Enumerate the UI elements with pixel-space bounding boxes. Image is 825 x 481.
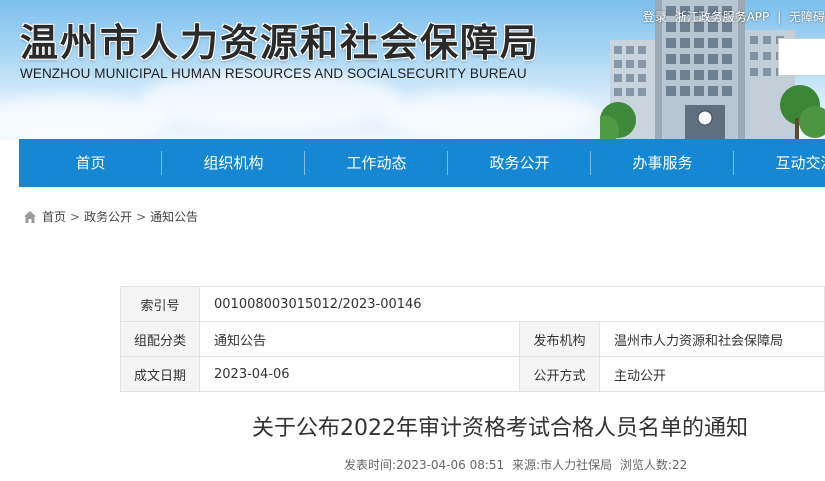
table-row: 成文日期 2023-04-06 公开方式 主动公开 — [120, 356, 825, 392]
views-count: 22 — [671, 458, 688, 472]
zjzwfw-app-link[interactable]: 浙江政务服务APP — [675, 10, 770, 24]
category-value: 通知公告 — [199, 321, 520, 357]
breadcrumb-government-affairs[interactable]: 政务公开 — [84, 208, 132, 225]
index-number-label: 索引号 — [120, 286, 200, 322]
document-metadata-table: 索引号 001008003015012/2023-00146 组配分类 通知公告… — [120, 286, 825, 392]
breadcrumb-separator: > — [136, 209, 147, 224]
home-icon — [23, 210, 37, 224]
nav-item-home[interactable]: 首页 — [19, 139, 162, 187]
top-links: 登录 | 浙江政务服务APP | 无障碍 — [639, 8, 825, 25]
site-subtitle: WENZHOU MUNICIPAL HUMAN RESOURCES AND SO… — [20, 66, 527, 81]
date-value: 2023-04-06 — [199, 356, 520, 392]
nav-item-work-news[interactable]: 工作动态 — [305, 139, 448, 187]
publisher-label: 发布机构 — [519, 321, 600, 357]
source-label: 来源: — [512, 458, 541, 472]
article-title: 关于公布2022年审计资格考试合格人员名单的通知 — [252, 416, 748, 441]
disclosure-label: 公开方式 — [519, 356, 600, 392]
search-input[interactable] — [778, 38, 825, 76]
breadcrumb-separator: > — [70, 209, 81, 224]
breadcrumb-notices[interactable]: 通知公告 — [150, 208, 198, 225]
site-title: 温州市人力资源和社会保障局 — [20, 21, 541, 65]
login-link[interactable]: 登录 — [643, 10, 667, 24]
publisher-value: 温州市人力资源和社会保障局 — [599, 321, 825, 357]
article-info: 发表时间:2023-04-06 08:51 来源:市人力社保局 浏览人数:22 — [344, 456, 691, 473]
publish-time-label: 发表时间: — [344, 458, 397, 472]
index-number-value: 001008003015012/2023-00146 — [199, 286, 825, 322]
publish-time-value: 2023-04-06 08:51 — [396, 458, 505, 472]
top-link-separator: | — [777, 10, 782, 24]
disclosure-value: 主动公开 — [599, 356, 825, 392]
views-label: 浏览人数: — [619, 458, 672, 472]
main-nav: 首页 组织机构 工作动态 政务公开 办事服务 互动交流 — [19, 139, 825, 187]
nav-item-interaction[interactable]: 互动交流 — [734, 139, 825, 187]
date-label: 成文日期 — [120, 356, 200, 392]
source-value: 市人力社保局 — [540, 458, 613, 472]
header-banner: 温州市人力资源和社会保障局 WENZHOU MUNICIPAL HUMAN RE… — [0, 0, 825, 140]
breadcrumb: 首页 > 政务公开 > 通知公告 — [23, 208, 198, 225]
nav-item-services[interactable]: 办事服务 — [591, 139, 734, 187]
breadcrumb-home[interactable]: 首页 — [42, 208, 66, 225]
table-row: 索引号 001008003015012/2023-00146 — [120, 286, 825, 322]
category-label: 组配分类 — [120, 321, 200, 357]
nav-item-organization[interactable]: 组织机构 — [162, 139, 305, 187]
cloud-decoration — [380, 90, 600, 140]
table-row: 组配分类 通知公告 发布机构 温州市人力资源和社会保障局 — [120, 321, 825, 357]
accessibility-link[interactable]: 无障碍 — [789, 10, 825, 24]
nav-item-government-affairs[interactable]: 政务公开 — [448, 139, 591, 187]
